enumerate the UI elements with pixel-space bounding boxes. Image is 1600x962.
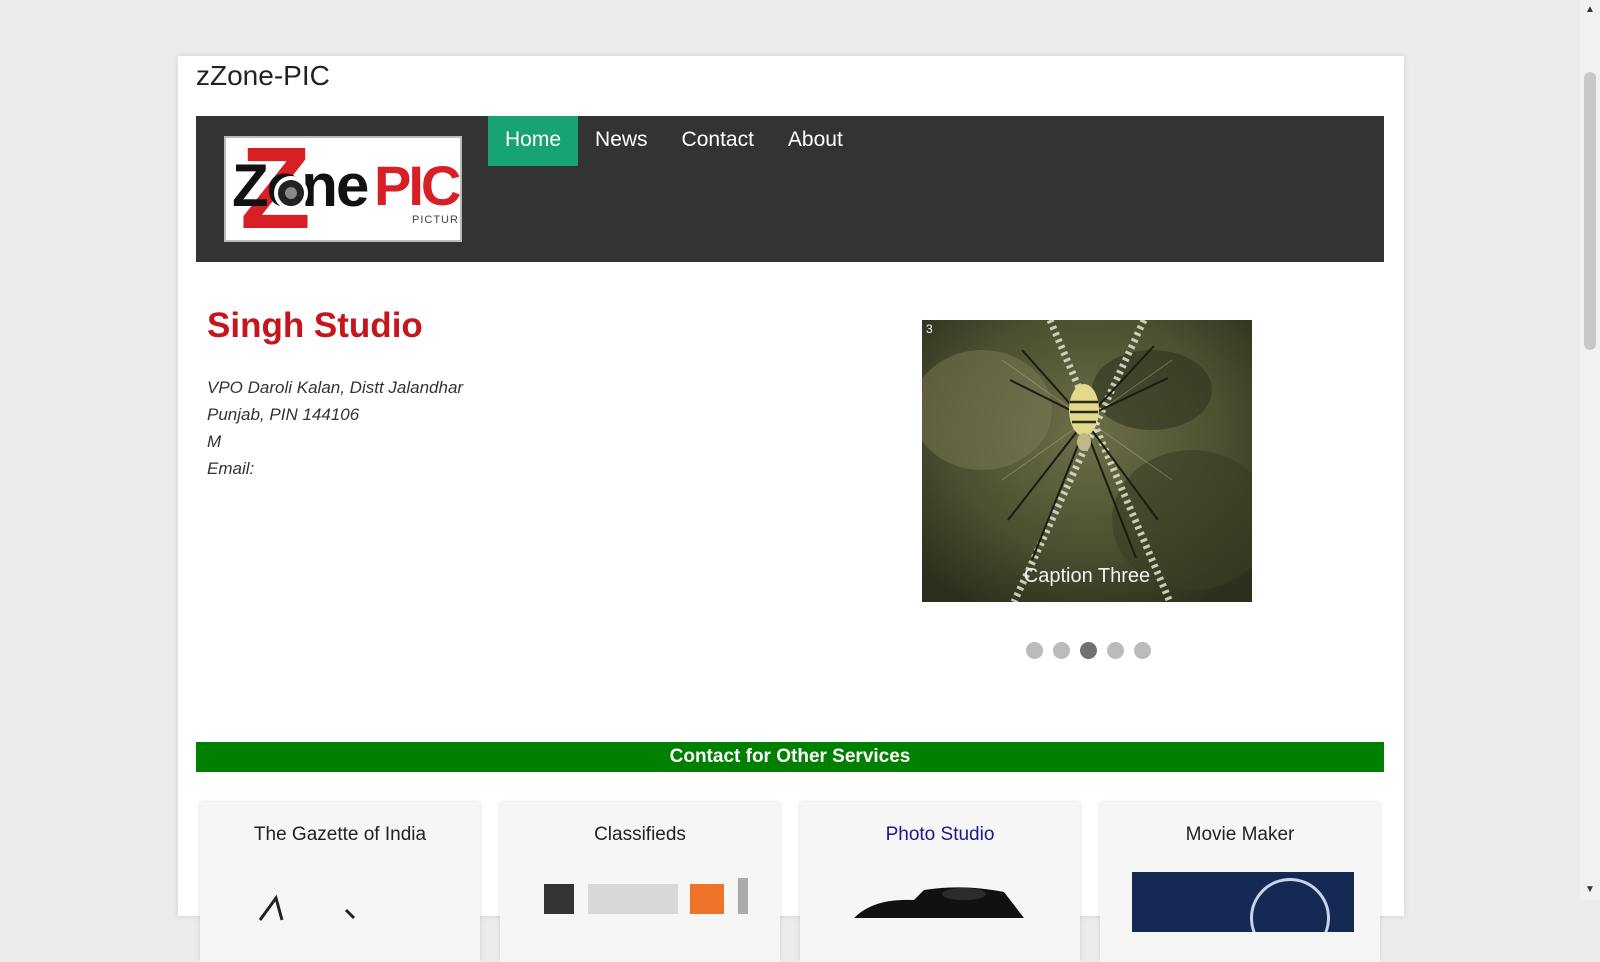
spider-photo	[922, 320, 1252, 602]
slide-dot-4[interactable]	[1107, 642, 1124, 659]
address-line-2: Punjab, PIN 144106	[207, 405, 360, 424]
arrow-down-icon[interactable]: ▼	[1580, 882, 1600, 898]
classifieds-thumbnail-block	[544, 884, 574, 914]
phone-label: M	[207, 432, 222, 451]
nav-about[interactable]: About	[771, 116, 860, 166]
service-card-gazette[interactable]: The Gazette of India	[200, 802, 480, 962]
slideshow-dots	[1026, 642, 1161, 659]
service-card-title: The Gazette of India	[253, 824, 427, 845]
service-card-title: Movie Maker	[1185, 824, 1295, 845]
site-logo[interactable]: Z Zone PIC. PICTURE	[224, 136, 462, 242]
slide-dot-3[interactable]	[1080, 642, 1097, 659]
slide-number: 3	[926, 322, 933, 336]
studio-address: VPO Daroli Kalan, Distt Jalandhar Punjab…	[207, 374, 463, 482]
page-container: zZone-PIC Z Zone PIC. PICTURE Home News …	[178, 56, 1404, 962]
classifieds-thumbnail-block	[690, 884, 724, 914]
studio-name: Singh Studio	[207, 306, 423, 345]
slide-dot-1[interactable]	[1026, 642, 1043, 659]
header-bar: Z Zone PIC. PICTURE Home News Contact Ab…	[196, 116, 1384, 262]
slideshow-image[interactable]: 3 Caption Three	[922, 320, 1252, 602]
vertical-scrollbar[interactable]: ▲ ▼	[1580, 0, 1600, 900]
service-card-photo-studio[interactable]: Photo Studio	[800, 802, 1080, 962]
service-card-title[interactable]: Photo Studio	[800, 824, 1080, 846]
main-nav: Home News Contact About	[488, 116, 860, 166]
service-card-movie-maker[interactable]: Movie Maker	[1100, 802, 1380, 962]
arrow-up-icon[interactable]: ▲	[1580, 2, 1600, 18]
movie-maker-thumbnail	[1132, 872, 1354, 932]
site-title: zZone-PIC	[196, 60, 330, 91]
classifieds-thumbnail-block	[738, 878, 748, 914]
services-heading: Contact for Other Services	[196, 742, 1384, 772]
service-card-classifieds[interactable]: Classifieds	[500, 802, 780, 962]
gazette-thumbnail	[258, 894, 356, 921]
slide-dot-2[interactable]	[1053, 642, 1070, 659]
slide-dot-5[interactable]	[1134, 642, 1151, 659]
logo-pic: PIC.	[374, 154, 462, 217]
nav-news[interactable]: News	[578, 116, 665, 166]
email-label: Email:	[207, 459, 255, 478]
scrollbar-thumb[interactable]	[1584, 72, 1596, 350]
service-card-title: Classifieds	[594, 824, 686, 845]
nav-contact[interactable]: Contact	[665, 116, 771, 166]
film-reel-icon	[1250, 878, 1330, 932]
logo-picture: PICTURE	[412, 214, 462, 226]
camera-lens-icon	[274, 176, 308, 210]
address-line-1: VPO Daroli Kalan, Distt Jalandhar	[207, 378, 464, 397]
camera-icon	[854, 887, 1024, 918]
slide-caption: Caption Three	[1023, 565, 1151, 587]
classifieds-thumbnail-block	[588, 884, 678, 914]
nav-home[interactable]: Home	[488, 116, 579, 166]
